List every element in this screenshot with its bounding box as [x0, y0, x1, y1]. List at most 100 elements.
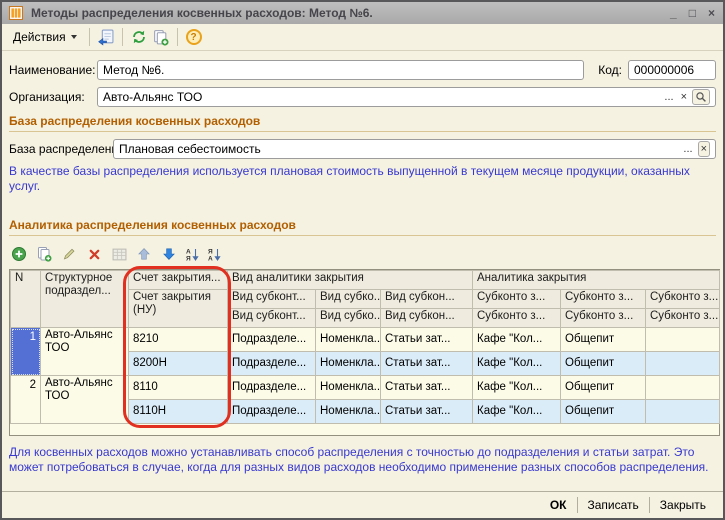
- organization-value: Авто-Альянс ТОО: [103, 90, 202, 104]
- subkonto-cell[interactable]: Кафе "Кол...: [473, 376, 561, 400]
- sort-ascending-icon[interactable]: АЯ: [185, 247, 200, 262]
- base-clear-button[interactable]: ×: [698, 141, 710, 157]
- base-label: База распределения:: [9, 142, 113, 156]
- base-section-title: База распределения косвенных расходов: [9, 114, 716, 132]
- close-button[interactable]: ×: [708, 6, 715, 20]
- footer-hint-text: Для косвенных расходов можно устанавлива…: [9, 445, 714, 475]
- sort-descending-icon[interactable]: ЯА: [207, 247, 222, 262]
- copy-new-icon[interactable]: [152, 28, 170, 46]
- col-header-n: N: [11, 271, 41, 328]
- organization-search-button[interactable]: [692, 89, 710, 105]
- col-header-subkonto-2: Субконто з...: [561, 290, 646, 309]
- col-header-subkonto-3: Субконто з...: [646, 290, 720, 309]
- analytics-table-wrap: N Структурное подраздел... Счет закрытия…: [9, 269, 720, 436]
- spacer: [9, 194, 716, 215]
- col-header-close-account-nu: Счет закрытия (НУ): [129, 290, 228, 328]
- subkonto-cell[interactable]: Общепит: [561, 352, 646, 376]
- subkonto-type-cell[interactable]: Подразделе...: [228, 352, 316, 376]
- close-account-nu-cell[interactable]: 8200Н: [129, 352, 228, 376]
- department-cell[interactable]: Авто-Альянс ТОО: [41, 376, 129, 424]
- subkonto-cell[interactable]: Кафе "Кол...: [473, 400, 561, 424]
- move-down-icon[interactable]: [160, 245, 178, 263]
- code-input[interactable]: 000000006: [628, 60, 716, 80]
- row-number-cell-selected[interactable]: 1: [11, 328, 41, 376]
- subkonto-type-cell[interactable]: Подразделе...: [228, 376, 316, 400]
- actions-menu-button[interactable]: Действия: [8, 28, 82, 46]
- delete-row-icon[interactable]: [85, 245, 103, 263]
- table-row[interactable]: 2 Авто-Альянс ТОО 8110 Подразделе... Ном…: [11, 376, 720, 400]
- svg-text:Я: Я: [208, 248, 213, 255]
- subkonto-cell[interactable]: [646, 328, 720, 352]
- subkonto-type-cell[interactable]: Подразделе...: [228, 400, 316, 424]
- base-input[interactable]: Плановая себестоимость ... ×: [113, 139, 716, 159]
- name-row: Наименование: Метод №6. Код: 000000006: [9, 60, 716, 80]
- col-header-subkonto-1: Субконто з...: [473, 290, 561, 309]
- add-row-icon[interactable]: [10, 245, 28, 263]
- subkonto-type-cell[interactable]: Статьи зат...: [381, 328, 473, 352]
- subkonto-type-cell[interactable]: Номенкла...: [316, 376, 381, 400]
- subkonto-type-cell[interactable]: Статьи зат...: [381, 376, 473, 400]
- col-header-subkonto-type-3: Вид субкон...: [381, 290, 473, 309]
- organization-clear-button[interactable]: ×: [679, 90, 689, 104]
- subkonto-type-cell[interactable]: Статьи зат...: [381, 352, 473, 376]
- window-controls: _ □ ×: [670, 6, 715, 20]
- name-input[interactable]: Метод №6.: [97, 60, 584, 80]
- save-button[interactable]: Записать: [578, 496, 649, 514]
- table-toolbar: АЯ ЯА: [10, 243, 716, 265]
- subkonto-cell[interactable]: Общепит: [561, 328, 646, 352]
- chevron-down-icon: [71, 35, 77, 39]
- base-row: База распределения: Плановая себестоимос…: [9, 139, 716, 159]
- reread-icon[interactable]: [97, 28, 115, 46]
- subkonto-cell[interactable]: [646, 376, 720, 400]
- minimize-button[interactable]: _: [670, 6, 677, 20]
- subkonto-type-cell[interactable]: Статьи зат...: [381, 400, 473, 424]
- window-title: Методы распределения косвенных расходов:…: [31, 6, 664, 20]
- table-empty-area[interactable]: [10, 424, 719, 435]
- subkonto-cell[interactable]: Общепит: [561, 376, 646, 400]
- header-row: N Структурное подраздел... Счет закрытия…: [11, 271, 720, 290]
- code-label: Код:: [598, 63, 622, 77]
- department-cell[interactable]: Авто-Альянс ТОО: [41, 328, 129, 376]
- toolbar-separator: [177, 28, 178, 46]
- organization-ellipsis-button[interactable]: ...: [662, 90, 675, 104]
- col-header-subkonto-type-2-nu: Вид субко...: [316, 309, 381, 328]
- row-number-cell[interactable]: 2: [11, 376, 41, 424]
- base-value: Плановая себестоимость: [119, 142, 261, 156]
- finish-edit-icon: [110, 245, 128, 263]
- subkonto-type-cell[interactable]: Номенкла...: [316, 328, 381, 352]
- close-account-cell[interactable]: 8110: [129, 376, 228, 400]
- col-header-subkonto-type-3-nu: Вид субкон...: [381, 309, 473, 328]
- subkonto-type-cell[interactable]: Номенкла...: [316, 400, 381, 424]
- subkonto-cell[interactable]: Общепит: [561, 400, 646, 424]
- col-header-type-group: Вид аналитики закрытия: [228, 271, 473, 290]
- refresh-icon[interactable]: [130, 28, 148, 46]
- svg-text:А: А: [186, 248, 191, 255]
- close-form-button[interactable]: Закрыть: [650, 496, 716, 514]
- close-account-cell[interactable]: 8210: [129, 328, 228, 352]
- svg-text:А: А: [208, 255, 213, 262]
- copy-row-icon[interactable]: [35, 245, 53, 263]
- base-ellipsis-button[interactable]: ...: [681, 142, 694, 156]
- subkonto-cell[interactable]: Кафе "Кол...: [473, 328, 561, 352]
- maximize-button[interactable]: □: [689, 6, 696, 20]
- code-value: 000000006: [634, 63, 694, 77]
- ok-button[interactable]: ОК: [540, 496, 577, 514]
- help-icon[interactable]: ?: [185, 28, 203, 46]
- subkonto-type-cell[interactable]: Номенкла...: [316, 352, 381, 376]
- subkonto-cell[interactable]: Кафе "Кол...: [473, 352, 561, 376]
- subkonto-type-cell[interactable]: Подразделе...: [228, 328, 316, 352]
- window-icon: [7, 4, 25, 22]
- col-header-close-account: Счет закрытия...: [129, 271, 228, 290]
- title-bar: Методы распределения косвенных расходов:…: [2, 2, 723, 24]
- move-up-icon[interactable]: [135, 245, 153, 263]
- organization-row: Организация: Авто-Альянс ТОО ... ×: [9, 87, 716, 107]
- col-header-subkonto-type-1: Вид субконт...: [228, 290, 316, 309]
- subkonto-cell[interactable]: [646, 400, 720, 424]
- app-window: Методы распределения косвенных расходов:…: [0, 0, 725, 520]
- toolbar-separator: [89, 28, 90, 46]
- subkonto-cell[interactable]: [646, 352, 720, 376]
- close-account-nu-cell[interactable]: 8110Н: [129, 400, 228, 424]
- edit-row-icon[interactable]: [60, 245, 78, 263]
- table-row[interactable]: 1 Авто-Альянс ТОО 8210 Подразделе... Ном…: [11, 328, 720, 352]
- organization-input[interactable]: Авто-Альянс ТОО ... ×: [97, 87, 716, 107]
